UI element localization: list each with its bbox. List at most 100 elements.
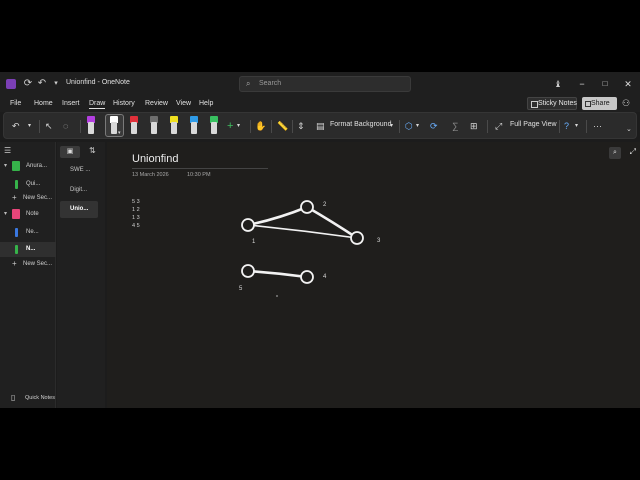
search-box[interactable]: ⌕ Search bbox=[239, 76, 411, 92]
person-icon[interactable]: ⚇ bbox=[622, 98, 630, 109]
edge-2-3 bbox=[305, 205, 359, 240]
ink-dot bbox=[276, 295, 278, 297]
format-background-icon[interactable]: ▤ bbox=[316, 119, 325, 133]
quick-notes-button[interactable]: ▯ Quick Notes bbox=[0, 388, 56, 408]
minimize-button[interactable]: − bbox=[575, 77, 589, 91]
page-item-active[interactable]: Unio... bbox=[60, 201, 98, 218]
ribbon-undo-icon[interactable]: ↶ bbox=[12, 119, 20, 133]
section-item[interactable]: Qui... bbox=[0, 177, 56, 192]
node-label-4: 4 bbox=[323, 274, 327, 280]
onenote-logo-icon bbox=[6, 79, 16, 89]
section-label: N... bbox=[26, 246, 36, 252]
edge-1-2 bbox=[246, 205, 309, 227]
new-section-button[interactable]: + New Sec... bbox=[0, 257, 56, 272]
nav-menu-toggle[interactable]: ☰ bbox=[0, 144, 56, 159]
pen-body bbox=[191, 122, 197, 134]
maximize-button[interactable]: □ bbox=[598, 77, 612, 91]
pen-blue[interactable] bbox=[190, 116, 198, 135]
insert-space-icon[interactable]: ⇕ bbox=[297, 119, 305, 133]
highlighter-yellow[interactable] bbox=[170, 116, 178, 135]
plus-icon: + bbox=[12, 193, 17, 202]
title-bar: ⟳ ↶ ▾ Unionfind - OneNote ⌕ Search ♝ − □… bbox=[0, 72, 640, 96]
ink-replay-icon[interactable]: ⊞ bbox=[470, 119, 478, 133]
page-canvas[interactable]: Unionfind 13 March 2026 10:30 PM 5 3 1 2… bbox=[107, 142, 640, 408]
collapse-ribbon-icon[interactable]: ⌄ bbox=[626, 123, 632, 137]
ribbon-divider bbox=[271, 120, 272, 133]
pen-red[interactable] bbox=[130, 116, 138, 135]
menu-insert[interactable]: Insert bbox=[62, 100, 80, 107]
format-background-button[interactable]: Format Background bbox=[330, 121, 391, 128]
notebook-icon bbox=[12, 161, 20, 171]
shapes-chevron-icon[interactable]: ▾ bbox=[416, 119, 419, 133]
new-section-label: New Sec... bbox=[23, 261, 53, 267]
ribbon-divider bbox=[80, 120, 81, 133]
share-button[interactable]: Share bbox=[582, 97, 617, 110]
notebook-item[interactable]: ▾ Note bbox=[0, 207, 56, 222]
help-chevron-icon[interactable]: ▾ bbox=[575, 119, 578, 133]
pen-purple[interactable] bbox=[87, 116, 95, 135]
pen-options-chevron-icon[interactable]: ▾ bbox=[118, 126, 121, 140]
menu-home[interactable]: Home bbox=[34, 100, 53, 107]
pen-green[interactable] bbox=[210, 116, 218, 135]
node-5 bbox=[241, 264, 255, 278]
ribbon-divider bbox=[39, 120, 40, 133]
zoom-search-icon[interactable]: ⌕ bbox=[609, 147, 621, 159]
section-item[interactable]: Ne... bbox=[0, 225, 56, 240]
customize-toolbar-icon[interactable]: ▾ bbox=[50, 78, 62, 90]
hamburger-icon: ☰ bbox=[4, 146, 12, 155]
menu-help[interactable]: Help bbox=[199, 100, 213, 107]
expand-icon[interactable]: ⤢ bbox=[630, 147, 636, 157]
quick-notes-label: Quick Notes bbox=[25, 395, 55, 401]
ink-to-math-icon[interactable]: ∑ bbox=[452, 119, 458, 133]
menu-history[interactable]: History bbox=[113, 100, 135, 107]
ribbon-divider bbox=[399, 120, 400, 133]
add-pen-icon[interactable]: + bbox=[227, 119, 233, 133]
lasso-select-icon[interactable]: ◌ bbox=[63, 119, 68, 133]
menu-review[interactable]: Review bbox=[145, 100, 168, 107]
search-placeholder: Search bbox=[259, 80, 282, 87]
touch-hand-icon[interactable]: ✋ bbox=[255, 119, 266, 133]
shapes-icon[interactable]: ⬡ bbox=[405, 119, 413, 133]
sticky-notes-button[interactable]: Sticky Notes bbox=[527, 97, 577, 110]
notebook-icon bbox=[12, 209, 20, 219]
window-title-app: OneNote bbox=[101, 79, 130, 86]
ruler-icon[interactable]: 📏 bbox=[277, 119, 288, 133]
menu-file[interactable]: File bbox=[10, 100, 21, 107]
more-options-icon[interactable]: ··· bbox=[593, 119, 602, 133]
menu-draw[interactable]: Draw bbox=[89, 100, 106, 109]
format-background-chevron-icon[interactable]: ▾ bbox=[390, 119, 393, 133]
sync-icon[interactable]: ⟳ bbox=[22, 78, 34, 90]
page-item[interactable]: Digit... bbox=[60, 182, 98, 199]
close-button[interactable]: ✕ bbox=[621, 77, 635, 91]
ribbon-divider bbox=[559, 120, 560, 133]
add-pen-dropdown-icon[interactable]: ▾ bbox=[237, 119, 240, 133]
add-page-button[interactable]: ▣ bbox=[60, 146, 80, 158]
section-color-icon bbox=[15, 228, 18, 237]
full-page-view-button[interactable]: Full Page View bbox=[510, 121, 557, 128]
notebook-label: Anura... bbox=[26, 163, 48, 169]
draw-ribbon: ↶ ▾ ↖ ◌ ▾ + ▾ ✋ 📏 ⇕ ▤ Format Background … bbox=[3, 112, 637, 139]
section-item-selected[interactable]: N... bbox=[0, 242, 56, 257]
new-section-button[interactable]: + New Sec... bbox=[0, 191, 56, 206]
edge-5-4 bbox=[246, 269, 309, 279]
pen-gray[interactable] bbox=[150, 116, 158, 135]
graph-ink-drawing[interactable]: 1 2 3 4 5 bbox=[107, 142, 640, 408]
ink-to-shape-icon[interactable]: ⟳ bbox=[430, 119, 438, 133]
select-pointer-icon[interactable]: ↖ bbox=[45, 119, 53, 133]
full-page-view-icon[interactable]: ⤢ bbox=[495, 119, 502, 133]
node-4 bbox=[300, 270, 314, 284]
graph-edges bbox=[246, 205, 359, 279]
pen-white[interactable] bbox=[110, 116, 118, 135]
page-item[interactable]: SWE ... bbox=[60, 162, 98, 179]
notebook-item[interactable]: ▾ Anura... bbox=[0, 159, 56, 174]
sort-pages-icon[interactable]: ⇅ bbox=[89, 146, 96, 155]
node-label-3: 3 bbox=[377, 238, 381, 244]
help-icon[interactable]: ? bbox=[564, 119, 569, 133]
undo-icon[interactable]: ↶ bbox=[36, 78, 48, 90]
copilot-icon[interactable]: ♝ bbox=[552, 78, 564, 90]
quick-notes-icon: ▯ bbox=[11, 393, 16, 402]
undo-dropdown-icon[interactable]: ▾ bbox=[28, 119, 31, 133]
menu-view[interactable]: View bbox=[176, 100, 191, 107]
notebook-label: Note bbox=[26, 211, 39, 217]
pen-body bbox=[131, 122, 137, 134]
